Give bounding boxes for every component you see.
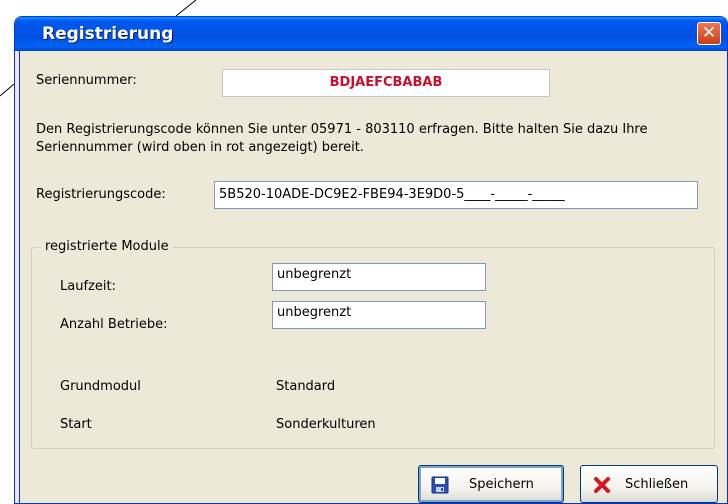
regcode-input[interactable]: 5B520-10ADE-DC9E2-FBE94-3E9D0-5____-____… <box>214 181 698 209</box>
registration-dialog: Registrierung ✕ Seriennummer: BDJAEFCBAB… <box>14 16 728 504</box>
start-label: Start <box>60 417 92 432</box>
close-window-button[interactable]: ✕ <box>697 22 721 45</box>
serial-label: Seriennummer: <box>36 73 137 88</box>
regcode-label: Registrierungscode: <box>36 187 166 202</box>
close-button-label: Schließen <box>625 477 689 492</box>
floppy-disk-icon <box>431 476 449 494</box>
betriebe-label: Anzahl Betriebe: <box>60 317 168 332</box>
grundmodul-label: Grundmodul <box>60 379 141 394</box>
save-button-label: Speichern <box>469 477 534 492</box>
laufzeit-field[interactable]: unbegrenzt <box>272 263 486 291</box>
save-button[interactable]: Speichern <box>418 465 564 503</box>
serial-number-display: BDJAEFCBABAB <box>222 69 550 97</box>
window-title: Registrierung <box>42 24 174 44</box>
red-x-icon <box>594 477 610 493</box>
modules-legend: registrierte Module <box>41 239 173 254</box>
start-value: Sonderkulturen <box>276 417 376 432</box>
betriebe-field[interactable]: unbegrenzt <box>272 301 486 329</box>
close-button[interactable]: Schließen <box>580 465 718 503</box>
laufzeit-label: Laufzeit: <box>60 279 116 294</box>
grundmodul-value: Standard <box>276 379 336 394</box>
close-icon: ✕ <box>701 23 717 43</box>
title-bar[interactable]: Registrierung ✕ <box>15 17 727 51</box>
dialog-body: Seriennummer: BDJAEFCBABAB Den Registrie… <box>19 51 723 503</box>
info-text: Den Registrierungscode können Sie unter … <box>36 122 648 155</box>
